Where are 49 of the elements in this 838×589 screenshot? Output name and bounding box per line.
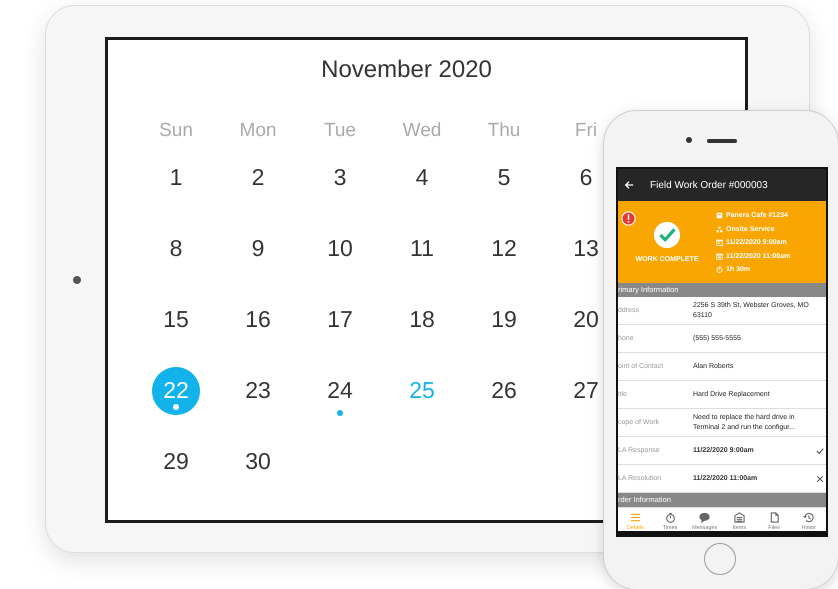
calendar-day[interactable]: 12 (491, 237, 517, 260)
calendar-day[interactable]: 27 (573, 379, 599, 402)
screen-title: Field Work Order #000003 (650, 180, 768, 190)
back-arrow-icon[interactable] (624, 180, 634, 190)
stopwatch-icon (664, 512, 676, 522)
calendar-day[interactable]: 5 (498, 166, 510, 189)
calendar-day[interactable]: 15 (163, 308, 189, 331)
calendar-day[interactable]: 20 (573, 308, 599, 331)
history-icon (803, 512, 814, 522)
home-button[interactable] (704, 543, 736, 575)
weekday-label: Wed (402, 120, 442, 142)
network-icon (716, 226, 723, 233)
calendar-day[interactable]: 18 (409, 308, 435, 331)
weekday-label: Mon (240, 120, 276, 142)
calendar-day[interactable]: 30 (245, 450, 271, 473)
calendar-day[interactable]: 13 (573, 237, 599, 260)
calendar-day[interactable]: 3 (334, 166, 346, 189)
calendar-day[interactable]: 4 (416, 166, 428, 189)
calendar-day[interactable]: 8 (170, 237, 182, 260)
weekday-label: Fri (574, 120, 598, 142)
calendar-day[interactable]: 19 (491, 308, 517, 331)
check-circle-icon (653, 221, 681, 249)
weekday-label: Sun (159, 120, 193, 142)
stopwatch-icon (716, 266, 723, 274)
calendar-day[interactable]: 2 (252, 166, 264, 189)
calendar-icon (716, 239, 723, 246)
list-icon (630, 512, 641, 522)
calendar-day[interactable]: 6 (580, 166, 592, 189)
calendar-day[interactable]: 1 (170, 166, 182, 189)
month-title: November 2020 (320, 56, 493, 84)
calendar-day[interactable]: 24 (327, 379, 353, 402)
camera-icon (686, 137, 692, 143)
weekday-label: Tue (324, 120, 356, 142)
calendar-day[interactable]: 11 (410, 237, 434, 260)
calendar-day[interactable]: 17 (327, 308, 353, 331)
calendar-day[interactable]: 29 (163, 450, 189, 473)
store-icon (734, 512, 745, 522)
id-card-icon (716, 212, 723, 220)
file-icon (768, 512, 780, 522)
calendar-day[interactable]: 16 (245, 308, 271, 331)
calendar-day[interactable]: 9 (252, 237, 264, 260)
speaker-icon (707, 139, 737, 143)
chat-bubble-icon (699, 512, 710, 522)
calendar-icon (716, 252, 723, 260)
calendar-day[interactable]: 10 (327, 237, 353, 260)
calendar-day[interactable]: 26 (491, 379, 517, 402)
weekday-label: Thu (488, 120, 520, 142)
camera-icon (73, 276, 81, 284)
calendar-day[interactable]: 23 (245, 379, 271, 402)
